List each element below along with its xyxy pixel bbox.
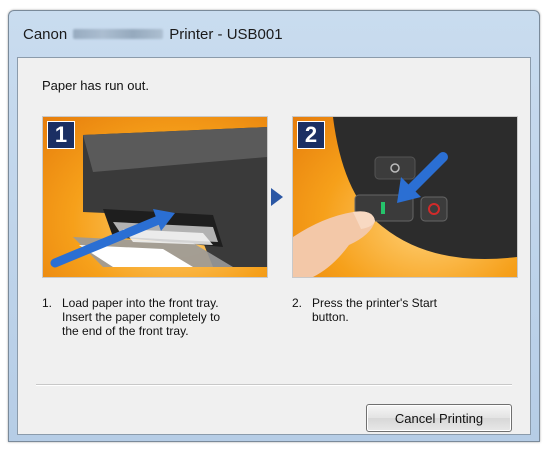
status-message: Paper has run out. bbox=[42, 78, 149, 93]
step2-instruction: 2. Press the printer's Start button. bbox=[292, 296, 492, 324]
step2-illustration: 2 bbox=[292, 116, 518, 278]
step1-text: Load paper into the front tray. Insert t… bbox=[62, 296, 221, 338]
press-start-illustration bbox=[293, 117, 517, 277]
triangle-right-icon bbox=[271, 188, 283, 206]
step1-illustration: 1 bbox=[42, 116, 268, 278]
step1-number: 1. bbox=[42, 296, 53, 310]
step1-instruction: 1. Load paper into the front tray. Inser… bbox=[42, 296, 262, 338]
printer-dialog-window: Canon Printer - USB001 Paper has run out… bbox=[8, 10, 540, 442]
window-title-suffix: Printer - USB001 bbox=[169, 25, 283, 43]
load-paper-illustration bbox=[50, 127, 267, 268]
dialog-body: Paper has run out. 1 2 1. Load paper int… bbox=[17, 57, 531, 435]
step2-badge: 2 bbox=[297, 121, 325, 149]
title-bar[interactable]: Canon Printer - USB001 bbox=[9, 11, 539, 57]
step2-text: Press the printer's Start button. bbox=[312, 296, 438, 324]
divider bbox=[36, 384, 512, 386]
redacted-model-name bbox=[73, 29, 164, 39]
window-title-prefix: Canon bbox=[23, 25, 68, 43]
cancel-printing-button[interactable]: Cancel Printing bbox=[366, 404, 512, 432]
step1-badge: 1 bbox=[47, 121, 75, 149]
step2-number: 2. bbox=[292, 296, 303, 310]
